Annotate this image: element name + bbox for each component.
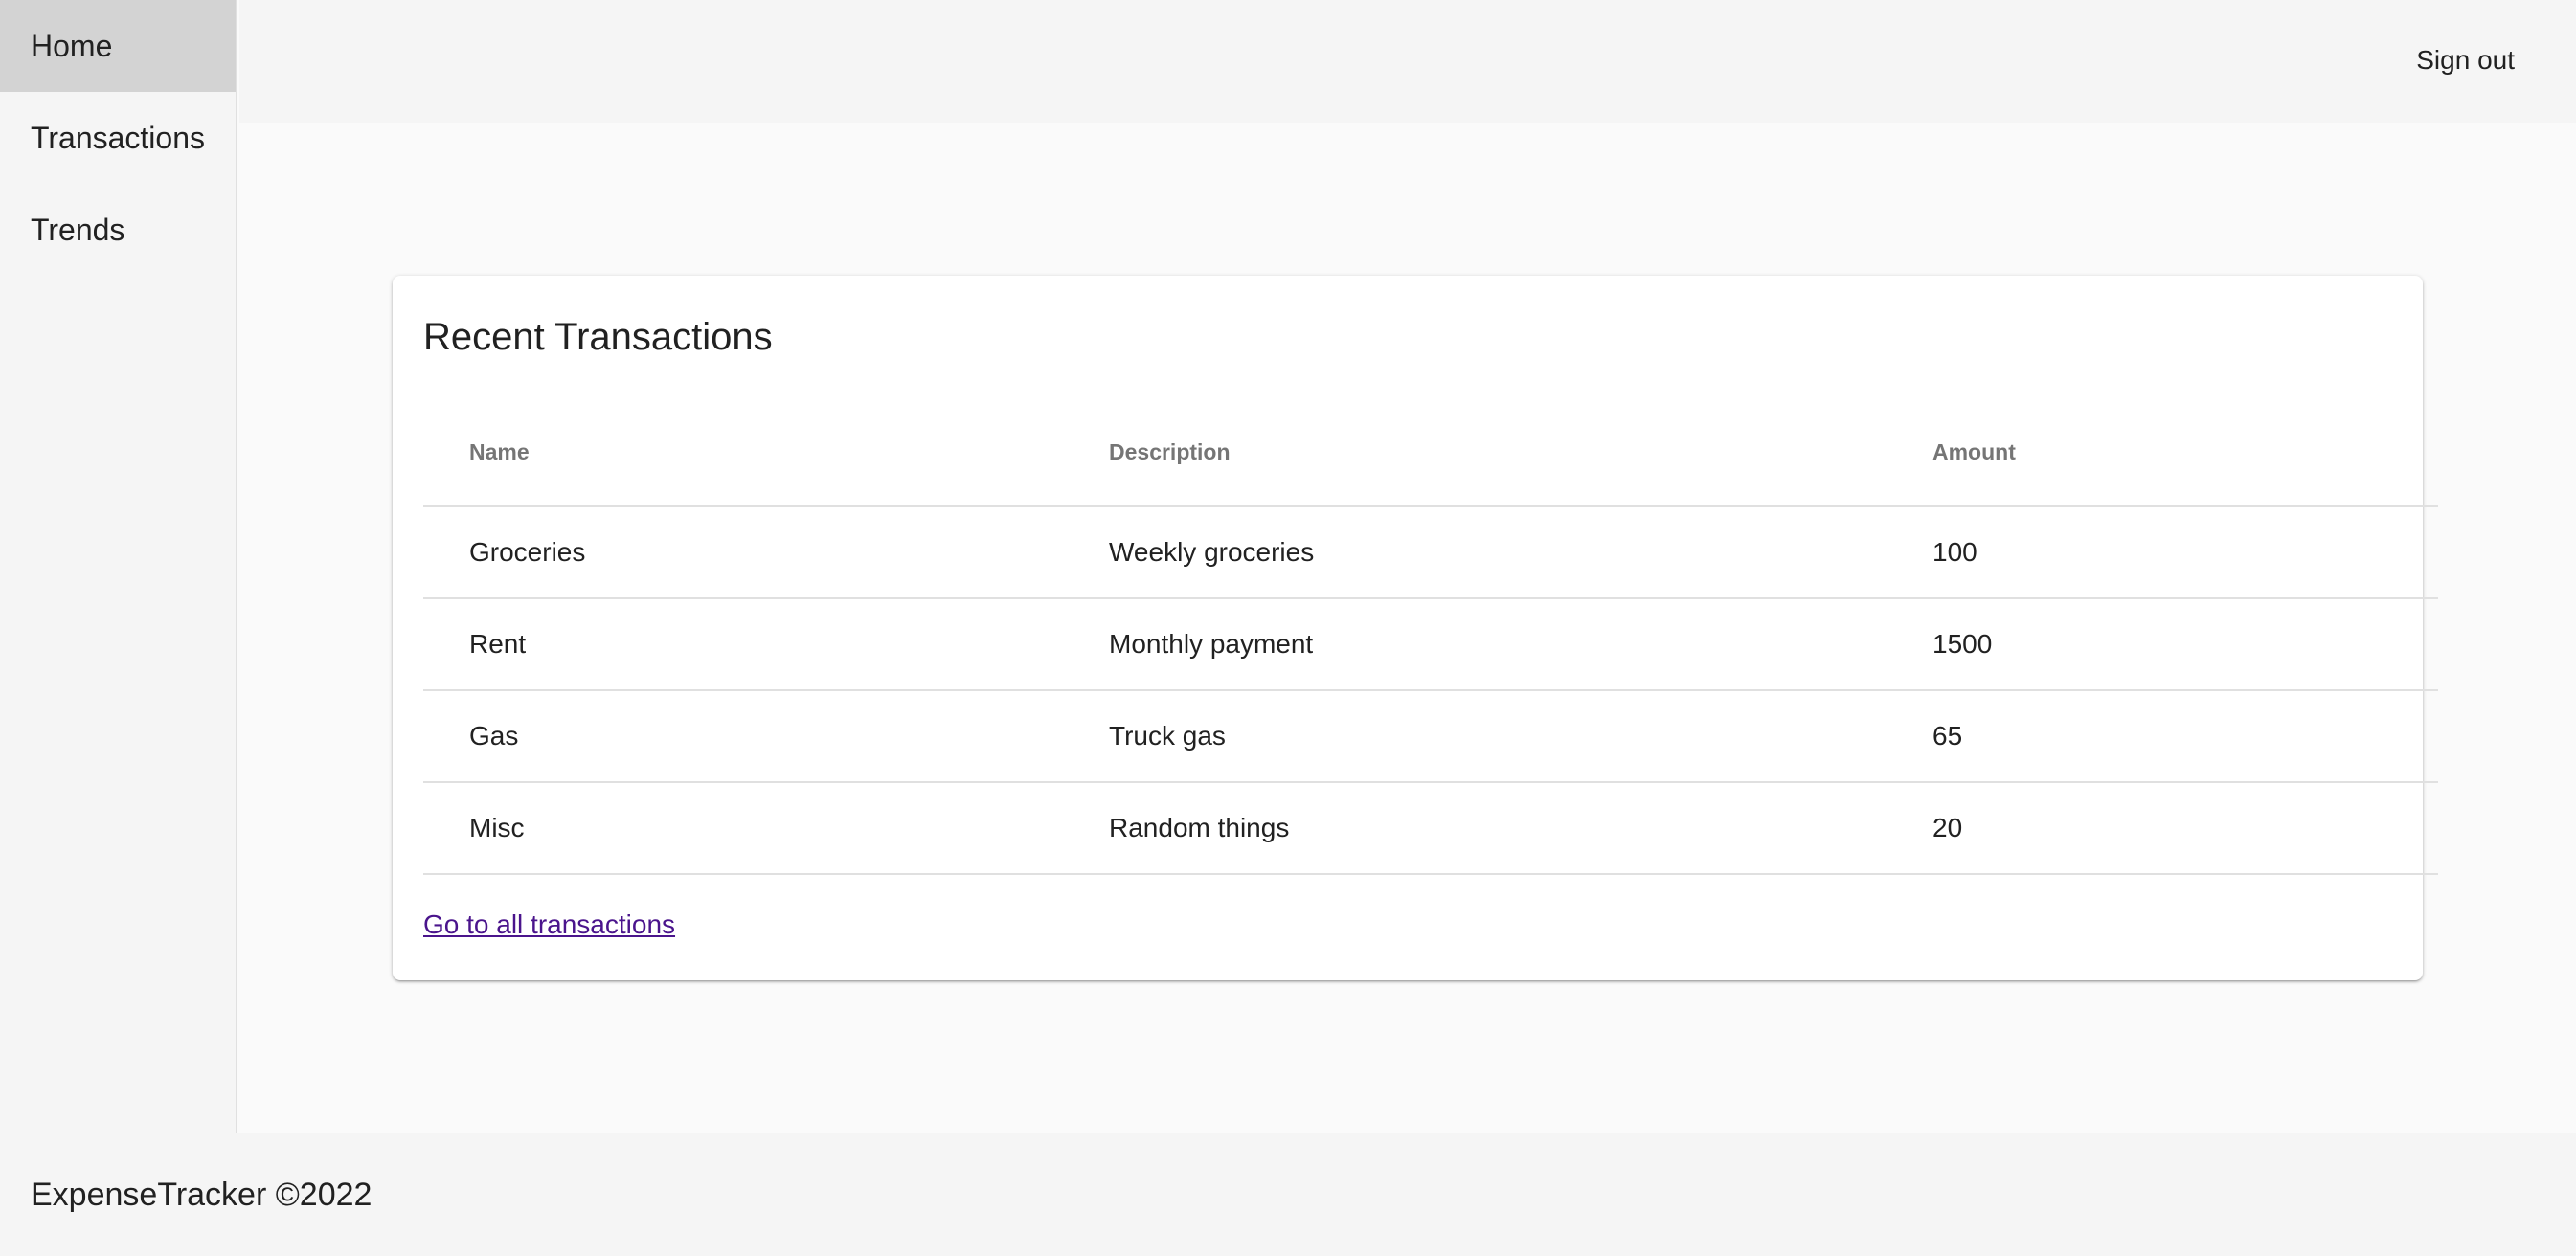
sign-out-button[interactable]: Sign out — [2416, 0, 2515, 121]
cell-description: Random things — [1109, 782, 1932, 875]
column-header-description: Description — [1109, 398, 1932, 507]
table-header-row: Name Description Amount — [423, 398, 2438, 507]
cell-amount: 20 — [1932, 782, 2438, 875]
all-transactions-link[interactable]: Go to all transactions — [423, 909, 675, 940]
sidebar-item-trends[interactable]: Trends — [0, 184, 236, 276]
table-row: Rent Monthly payment 1500 — [423, 598, 2438, 691]
cell-name: Rent — [423, 598, 1109, 691]
cell-description: Weekly groceries — [1109, 506, 1932, 599]
recent-transactions-card: Recent Transactions Name Description Amo… — [393, 276, 2438, 980]
cell-description: Truck gas — [1109, 690, 1932, 783]
sidebar-nav: Home Transactions Trends — [0, 0, 237, 1133]
cell-description: Monthly payment — [1109, 598, 1932, 691]
column-header-name: Name — [423, 398, 1109, 507]
cell-name: Misc — [423, 782, 1109, 875]
cell-amount: 100 — [1932, 506, 2438, 599]
table-row: Misc Random things 20 — [423, 782, 2438, 875]
cell-amount: 1500 — [1932, 598, 2438, 691]
footer: ExpenseTracker ©2022 — [0, 1133, 2576, 1256]
sidebar-item-transactions[interactable]: Transactions — [0, 92, 236, 184]
cell-name: Groceries — [423, 506, 1109, 599]
sidebar-item-home[interactable]: Home — [0, 0, 236, 92]
cell-name: Gas — [423, 690, 1109, 783]
transactions-table: Name Description Amount Groceries Weekly… — [423, 398, 2438, 875]
top-bar: Sign out — [239, 0, 2576, 123]
cell-amount: 65 — [1932, 690, 2438, 783]
card-title: Recent Transactions — [423, 316, 773, 358]
footer-copyright: ExpenseTracker ©2022 — [31, 1177, 373, 1213]
column-header-amount: Amount — [1932, 398, 2438, 507]
table-row: Groceries Weekly groceries 100 — [423, 506, 2438, 599]
table-row: Gas Truck gas 65 — [423, 690, 2438, 783]
